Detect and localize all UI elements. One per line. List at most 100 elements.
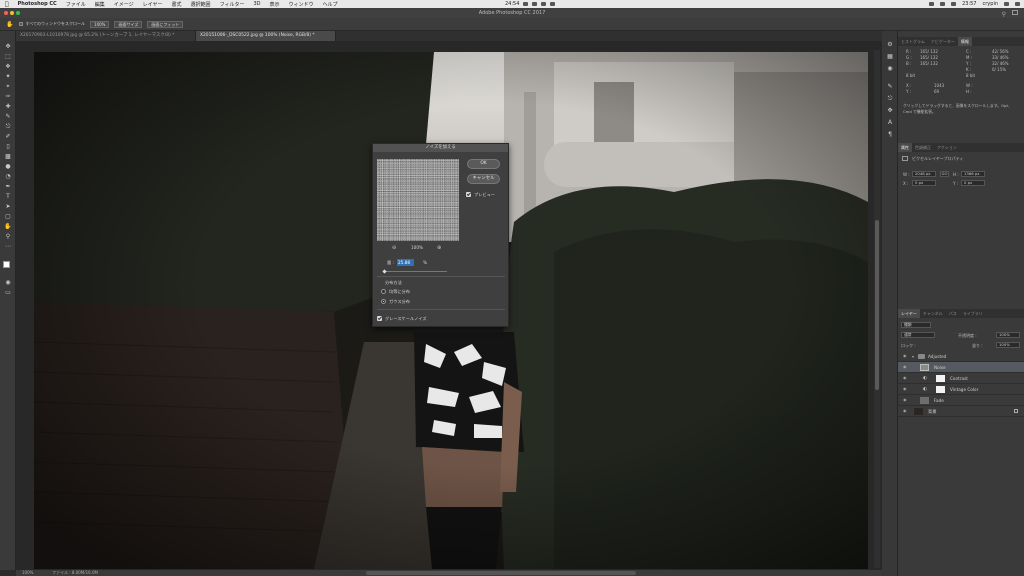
swatches-panel-icon[interactable]: ▦ (886, 53, 894, 60)
volume-icon[interactable] (940, 2, 946, 6)
menu-3d[interactable]: 3D (253, 1, 260, 7)
layer-row-noise[interactable]: ◉ Noise (898, 362, 1024, 373)
tab-libraries[interactable]: ライブラリ (960, 309, 986, 318)
move-tool-icon[interactable]: ✥ (4, 43, 12, 50)
visibility-eye-icon[interactable]: ◉ (903, 365, 908, 369)
menu-file[interactable]: ファイル (66, 1, 86, 8)
prop-x-field[interactable]: 0 px (912, 180, 936, 186)
clone-source-icon[interactable]: ⎋ (886, 95, 894, 102)
brush-presets-icon[interactable]: ✎ (886, 83, 894, 90)
dropbox-icon[interactable] (523, 2, 529, 6)
zoom-window-button[interactable] (16, 11, 20, 15)
battery-icon[interactable] (951, 2, 957, 6)
amount-slider-track[interactable] (383, 271, 447, 272)
visibility-eye-icon[interactable]: ◉ (903, 376, 908, 380)
menu-filter[interactable]: フィルター (220, 1, 245, 8)
dodge-tool-icon[interactable]: ◔ (4, 173, 12, 180)
tab-info[interactable]: 情報 (957, 37, 972, 46)
notification-center-icon[interactable] (1015, 2, 1020, 6)
paragraph-panel-icon[interactable]: ¶ (886, 131, 894, 138)
menu-window[interactable]: ウィンドウ (289, 1, 314, 8)
visibility-eye-icon[interactable]: ◉ (903, 398, 908, 402)
zoom-tool-icon[interactable]: ⚲ (4, 233, 12, 240)
color-panel-icon[interactable]: ◉ (886, 65, 894, 72)
quick-mask-icon[interactable]: ◉ (4, 279, 12, 286)
status-zoom[interactable]: 100% (22, 570, 33, 576)
character-panel-icon[interactable]: A (886, 119, 894, 126)
shape-tool-icon[interactable]: ▢ (4, 213, 12, 220)
gradient-tool-icon[interactable]: ▩ (4, 153, 12, 160)
tab-document-1[interactable]: X20170903-L1010978.jpg @ 65.2% (トーンカーブ 1… (16, 31, 196, 41)
menu-app[interactable]: Photoshop CC (18, 1, 57, 7)
fit-screen-button[interactable]: 画面サイズ (114, 20, 143, 28)
pen-tool-icon[interactable]: ✒ (4, 183, 12, 190)
zoom-out-icon[interactable]: ⊖ (392, 245, 396, 251)
display-icon[interactable] (541, 2, 547, 6)
tab-paths[interactable]: パス (946, 309, 960, 318)
opacity-field[interactable]: 100% (996, 332, 1020, 338)
type-tool-icon[interactable]: T (4, 193, 12, 200)
prop-y-field[interactable]: 0 px (961, 180, 985, 186)
layer-row-fade[interactable]: ◉ Fade (898, 395, 1024, 406)
tab-adjustments[interactable]: 色調補正 (912, 143, 934, 152)
more-tools-icon[interactable]: ⋯ (4, 243, 12, 250)
visibility-eye-icon[interactable]: ◉ (903, 387, 908, 391)
layer-row-adjusted[interactable]: ◉ ▾ Adjusted (898, 351, 1024, 362)
amount-slider-handle[interactable] (382, 269, 387, 274)
gaussian-radio[interactable] (381, 299, 386, 304)
screen-mode-icon[interactable]: ▭ (4, 289, 12, 296)
hand-tool-icon[interactable]: ✋ (6, 21, 13, 28)
tab-histogram[interactable]: ヒストグラム (898, 37, 928, 46)
menubar-user[interactable]: crypin (983, 1, 999, 7)
hand-tool-icon-active[interactable]: ✋ (4, 223, 12, 230)
foreground-color-swatch[interactable] (3, 261, 10, 268)
workspace-icon[interactable] (1012, 10, 1018, 15)
menu-view[interactable]: 表示 (270, 1, 280, 8)
zoom-in-icon[interactable]: ⊕ (437, 245, 441, 251)
blur-tool-icon[interactable]: ● (4, 163, 12, 170)
menu-type[interactable]: 書式 (172, 1, 182, 8)
uniform-radio[interactable] (381, 289, 386, 294)
layer-row-contrast[interactable]: ◉ ◐ Contrast (898, 373, 1024, 384)
close-window-button[interactable] (4, 11, 8, 15)
lasso-tool-icon[interactable]: ❖ (4, 63, 12, 70)
tab-properties[interactable]: 属性 (898, 143, 912, 152)
quick-select-tool-icon[interactable]: ✦ (4, 73, 12, 80)
eyedropper-tool-icon[interactable]: ✑ (4, 93, 12, 100)
layer-row-background[interactable]: ◉ 背景 (898, 406, 1024, 417)
horizontal-scroll-thumb[interactable] (366, 571, 636, 575)
tool-presets-icon[interactable]: ✥ (886, 107, 894, 114)
spotlight-icon[interactable] (1004, 2, 1009, 6)
scroll-all-checkbox[interactable] (19, 22, 24, 26)
apple-icon[interactable]:  (5, 1, 9, 8)
prop-width-field[interactable]: 2048 px (912, 171, 936, 177)
eraser-tool-icon[interactable]: ▯ (4, 143, 12, 150)
wifi-icon[interactable] (929, 2, 935, 6)
blend-mode-select[interactable]: 通常 (901, 332, 935, 338)
clone-stamp-tool-icon[interactable]: ⎋ (4, 123, 12, 130)
tab-layers[interactable]: レイヤー (898, 309, 920, 318)
ok-button[interactable]: OK (467, 159, 500, 169)
visibility-eye-icon[interactable]: ◉ (903, 409, 908, 413)
menu-edit[interactable]: 編集 (95, 1, 105, 8)
cloud-icon[interactable] (532, 2, 538, 6)
tab-channels[interactable]: チャンネル (920, 309, 946, 318)
menu-help[interactable]: ヘルプ (323, 1, 338, 8)
vertical-scroll-thumb[interactable] (875, 220, 879, 390)
amount-input[interactable]: 25.88 (397, 259, 414, 266)
bluetooth-icon[interactable] (550, 2, 556, 6)
tab-document-2[interactable]: X20151006-_DSC0522.jpg @ 100% (Noise, RG… (196, 31, 336, 41)
preview-checkbox[interactable] (466, 192, 471, 197)
prop-link-button[interactable]: GO (940, 171, 949, 177)
tab-navigator[interactable]: ナビゲーター (928, 37, 958, 46)
menu-select[interactable]: 選択範囲 (191, 1, 211, 8)
menu-image[interactable]: イメージ (114, 1, 134, 8)
chevron-down-icon[interactable]: ▾ (912, 354, 914, 359)
layer-row-vintage-color[interactable]: ◉ ◐ Vintage Color (898, 384, 1024, 395)
history-brush-tool-icon[interactable]: ✐ (4, 133, 12, 140)
fill-field[interactable]: 100% (996, 342, 1020, 348)
layer-filter-select[interactable]: 種類 (901, 322, 931, 328)
minimize-window-button[interactable] (10, 11, 14, 15)
brush-tool-icon[interactable]: ✎ (4, 113, 12, 120)
tab-actions[interactable]: アクション (934, 143, 960, 152)
